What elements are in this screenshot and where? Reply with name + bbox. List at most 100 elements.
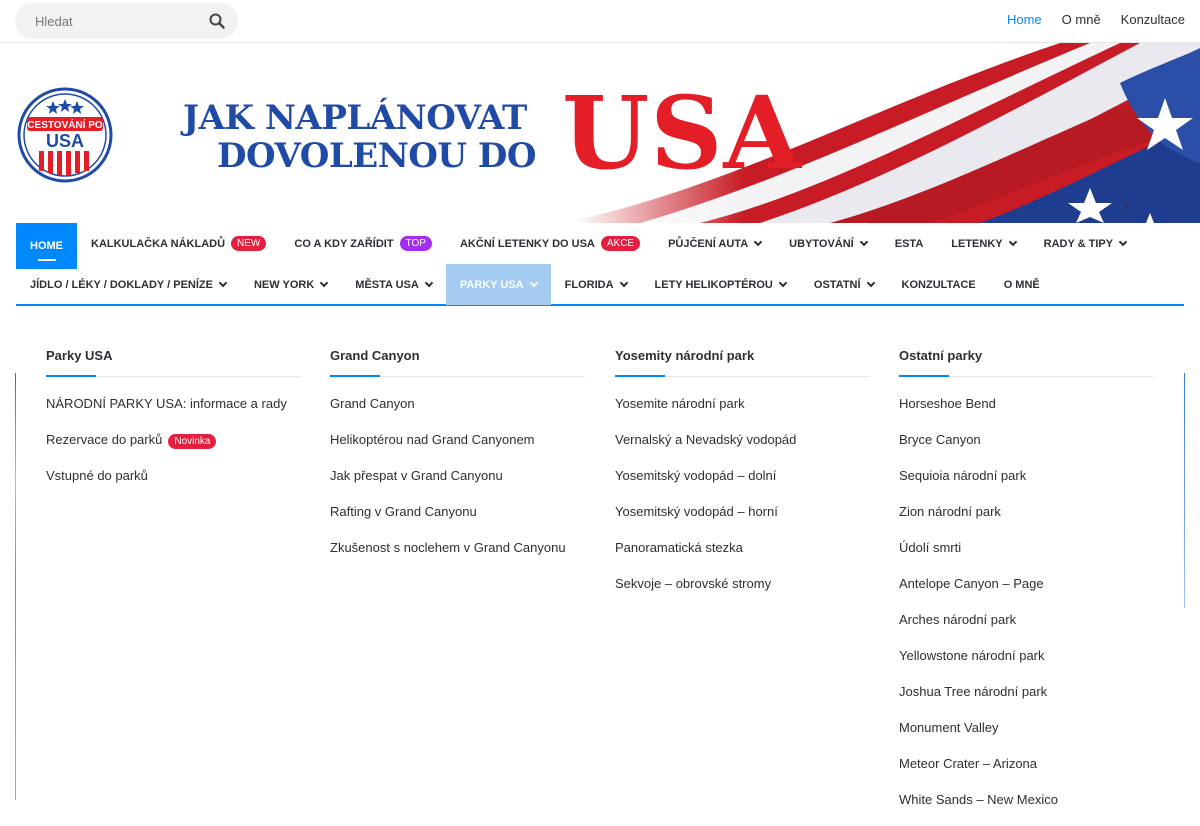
mega-link-label: Rezervace do parků xyxy=(46,432,163,447)
mega-link-list: NÁRODNÍ PARKY USA: informace a rady Rezer… xyxy=(46,394,287,502)
nav-item-parky-usa[interactable]: Parky USA xyxy=(445,264,551,305)
top-nav: Home O mně Konzultace xyxy=(1007,12,1185,27)
banner-headline: JAK NAPLÁNOVAT DOVOLENOU DO xyxy=(183,99,537,176)
mega-link-label: Helikoptérou nad Grand Canyonem xyxy=(330,432,535,447)
top-bar: Home O mně Konzultace xyxy=(0,0,1200,43)
nav-item-ubytovani[interactable]: Ubytování xyxy=(775,223,881,264)
mega-link-list: Horseshoe Bend Bryce Canyon Sequioia národ… xyxy=(899,394,1058,826)
nav-item-label: Lety helikoptérou xyxy=(654,278,773,291)
mega-link-yosemitsky-vodopad-horni[interactable]: Yosemitský vodopád – horní xyxy=(615,502,796,538)
mega-link-grand-canyon[interactable]: Grand Canyon xyxy=(330,394,566,430)
nav-item-pujceni-auta[interactable]: Půjčení auta xyxy=(654,223,775,264)
nav-item-label: Ubytování xyxy=(789,237,854,250)
mega-link-label: Panoramatická stezka xyxy=(615,540,743,555)
divider xyxy=(46,375,301,377)
nav-item-home[interactable]: Home xyxy=(16,223,77,269)
svg-text:USA: USA xyxy=(46,131,84,151)
mega-link-vstupne-do-parku[interactable]: Vstupné do parků xyxy=(46,466,287,502)
nav-item-lety-helikopterou[interactable]: Lety helikoptérou xyxy=(641,264,800,305)
mega-link-rezervace-do-parku[interactable]: Rezervace do parků Novinka xyxy=(46,430,287,466)
mega-link-white-sands-new-mexico[interactable]: White Sands – New Mexico xyxy=(899,790,1058,826)
nav-item-co-a-kdy-zaridit[interactable]: Co a kdy zařídit TOP xyxy=(280,223,446,264)
topnav-link-home[interactable]: Home xyxy=(1007,12,1042,27)
nav-item-rady-tipy[interactable]: Rady & tipy xyxy=(1030,223,1140,264)
chevron-down-icon xyxy=(859,237,868,247)
mega-link-panoramaticka-stezka[interactable]: Panoramatická stezka xyxy=(615,538,796,574)
nav-item-label: Home xyxy=(30,240,63,252)
mega-link-sequioia-narodni-park[interactable]: Sequioia národní park xyxy=(899,466,1058,502)
nav-item-kalkulacka-nakladu[interactable]: Kalkulačka nákladů NEW xyxy=(77,223,280,264)
mega-link-list: Yosemite národní park Vernalský a Nevadsk… xyxy=(615,394,796,610)
nav-item-o-mne[interactable]: O mně xyxy=(990,264,1054,305)
mega-column-title[interactable]: Grand Canyon xyxy=(330,348,420,363)
nav-item-konzultace[interactable]: Konzultace xyxy=(888,264,990,305)
nav-item-label: Kalkulačka nákladů xyxy=(91,237,226,250)
search-icon[interactable] xyxy=(209,13,225,29)
mega-link-zion-narodni-park[interactable]: Zion národní park xyxy=(899,502,1058,538)
mega-link-label: Arches národní park xyxy=(899,612,1017,627)
mega-link-label: Yosemitský vodopád – dolní xyxy=(615,468,777,483)
mega-link-label: Zkušenost s noclehem v Grand Canyonu xyxy=(330,540,566,555)
mega-column-title[interactable]: Yosemity národní park xyxy=(615,348,754,363)
mega-link-udoli-smrti[interactable]: Údolí smrti xyxy=(899,538,1058,574)
chevron-down-icon xyxy=(320,278,329,288)
search-input[interactable] xyxy=(35,11,205,31)
mega-link-yosemitsky-vodopad-dolni[interactable]: Yosemitský vodopád – dolní xyxy=(615,466,796,502)
mega-link-rafting-v-grand-canyonu[interactable]: Rafting v Grand Canyonu xyxy=(330,502,566,538)
nav-item-ostatni[interactable]: Ostatní xyxy=(800,264,888,305)
mega-link-label: NÁRODNÍ PARKY USA: informace a rady xyxy=(46,396,287,411)
nav-item-florida[interactable]: Florida xyxy=(551,264,641,305)
mega-link-label: Vstupné do parků xyxy=(46,468,148,483)
mega-link-horseshoe-bend[interactable]: Horseshoe Bend xyxy=(899,394,1058,430)
nav-item-letenky[interactable]: Letenky xyxy=(937,223,1029,264)
topnav-link-o-mne[interactable]: O mně xyxy=(1062,12,1101,27)
divider xyxy=(330,375,585,377)
mega-link-vernalsky-a-nevadsky-vodopad[interactable]: Vernalský a Nevadský vodopád xyxy=(615,430,796,466)
mega-link-antelope-canyon-page[interactable]: Antelope Canyon – Page xyxy=(899,574,1058,610)
mega-link-zkusenost-s-noclehem-v-grand-canyonu[interactable]: Zkušenost s noclehem v Grand Canyonu xyxy=(330,538,566,574)
nav-item-esta[interactable]: ESTA xyxy=(881,223,938,264)
mega-link-label: Grand Canyon xyxy=(330,396,415,411)
mega-link-list: Grand Canyon Helikoptérou nad Grand Canyo… xyxy=(330,394,566,574)
nav-item-label: New York xyxy=(253,278,315,291)
mega-column-title[interactable]: Parky USA xyxy=(46,348,112,363)
search-box[interactable] xyxy=(15,3,238,39)
nav-item-label: Města USA xyxy=(355,278,419,291)
nav-item-label: Parky USA xyxy=(459,278,524,291)
mega-link-arches-narodni-park[interactable]: Arches národní park xyxy=(899,610,1058,646)
mega-link-label: Rafting v Grand Canyonu xyxy=(330,504,477,519)
mega-link-meteor-crater-arizona[interactable]: Meteor Crater – Arizona xyxy=(899,754,1058,790)
site-logo[interactable]: CESTOVÁNÍ PO USA xyxy=(17,87,113,183)
nav-item-label: Akční letenky do USA xyxy=(459,237,595,250)
chevron-down-icon xyxy=(866,278,875,288)
nav-badge: TOP xyxy=(399,236,432,251)
nav-item-label: Rady & tipy xyxy=(1043,237,1114,250)
mega-link-narodni-parky-usa-informace-a-rady[interactable]: NÁRODNÍ PARKY USA: informace a rady xyxy=(46,394,287,430)
topnav-link-konzultace[interactable]: Konzultace xyxy=(1121,12,1185,27)
mega-link-yosemite-narodni-park[interactable]: Yosemite národní park xyxy=(615,394,796,430)
nav-item-jidlo-leky-doklady-penize[interactable]: Jídlo / Léky / Doklady / Peníze xyxy=(16,264,240,305)
nav-badge: AKCE xyxy=(600,236,641,251)
mega-link-helikopterou-nad-grand-canyonem[interactable]: Helikoptérou nad Grand Canyonem xyxy=(330,430,566,466)
chevron-down-icon xyxy=(424,278,434,288)
mega-link-sekvoje-obrovske-stromy[interactable]: Sekvoje – obrovské stromy xyxy=(615,574,796,610)
headline-line-2: DOVOLENOU DO xyxy=(217,136,537,176)
mega-link-label: Zion národní park xyxy=(899,504,1001,519)
nav-item-akcni-letenky-do-usa[interactable]: Akční letenky do USA AKCE xyxy=(446,223,654,264)
mega-link-bryce-canyon[interactable]: Bryce Canyon xyxy=(899,430,1058,466)
nav-item-label: ESTA xyxy=(894,237,924,250)
mega-link-jak-prespat-v-grand-canyonu[interactable]: Jak přespat v Grand Canyonu xyxy=(330,466,566,502)
nav-item-mesta-usa[interactable]: Města USA xyxy=(341,264,446,305)
nav-item-label: Co a kdy zařídit xyxy=(294,237,394,250)
chevron-down-icon xyxy=(1008,237,1017,247)
mega-link-label: Yosemitský vodopád – horní xyxy=(615,504,778,519)
mega-link-label: Horseshoe Bend xyxy=(899,396,996,411)
mega-link-yellowstone-narodni-park[interactable]: Yellowstone národní park xyxy=(899,646,1058,682)
mega-column-title[interactable]: Ostatní parky xyxy=(899,348,982,363)
main-nav: Home Kalkulačka nákladů NEW Co a kdy zařídi… xyxy=(16,223,1184,306)
nav-item-label: Konzultace xyxy=(901,278,976,291)
mega-link-label: Vernalský a Nevadský vodopád xyxy=(615,432,797,447)
nav-item-new-york[interactable]: New York xyxy=(240,264,341,305)
mega-link-joshua-tree-narodni-park[interactable]: Joshua Tree národní park xyxy=(899,682,1058,718)
mega-link-monument-valley[interactable]: Monument Valley xyxy=(899,718,1058,754)
